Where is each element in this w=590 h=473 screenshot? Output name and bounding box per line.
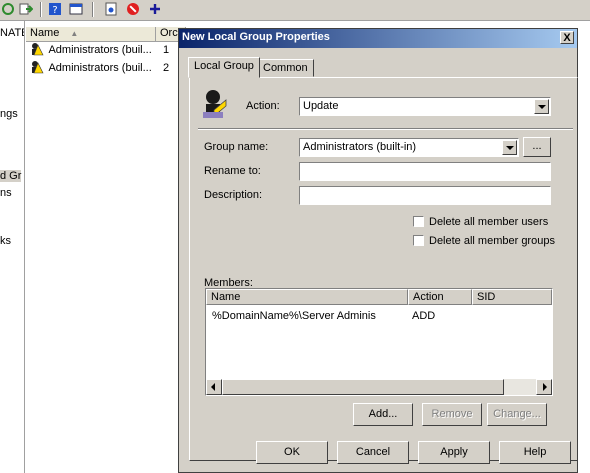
apply-button[interactable]: Apply: [418, 441, 490, 464]
scroll-right-button[interactable]: [536, 379, 552, 395]
close-button[interactable]: X: [560, 31, 574, 44]
list-item-order: 2: [163, 62, 170, 74]
change-button[interactable]: Change...: [487, 403, 547, 426]
tree-item[interactable]: ks: [0, 235, 11, 247]
help-button[interactable]: Help: [499, 441, 571, 464]
list-header: Name ▲ Orc: [26, 27, 186, 42]
list-item-name: Administrators (buil...: [48, 44, 152, 56]
local-group-icon: [203, 90, 227, 118]
sort-ascending-icon: ▲: [70, 29, 79, 38]
add-button[interactable]: Add...: [353, 403, 413, 426]
member-action: ADD: [412, 310, 436, 322]
rename-input[interactable]: [299, 162, 551, 181]
properties-dialog: New Local Group Properties X Local Group…: [178, 28, 578, 473]
action-label: Action:: [246, 100, 280, 112]
dialog-title: New Local Group Properties: [182, 31, 330, 43]
browse-button[interactable]: ...: [523, 137, 551, 157]
arrow-left-icon: [211, 383, 215, 391]
group-name-dropdown[interactable]: Administrators (built-in): [299, 138, 519, 157]
description-input[interactable]: [299, 186, 551, 205]
members-row[interactable]: %DomainName%\Server Adminis: [212, 308, 376, 324]
refresh-icon[interactable]: [1, 2, 15, 16]
group-name-label: Group name:: [204, 141, 269, 153]
action-dropdown[interactable]: Update: [299, 97, 551, 116]
delete-member-users-label: Delete all member users: [429, 216, 549, 228]
help-icon[interactable]: ?: [48, 2, 62, 16]
chevron-down-icon[interactable]: [534, 99, 549, 114]
group-name-value: Administrators (built-in): [303, 141, 417, 153]
column-header-label: Name: [30, 27, 60, 39]
dialog-titlebar[interactable]: New Local Group Properties X: [179, 29, 577, 48]
scroll-left-button[interactable]: [206, 379, 222, 395]
toolbar: ?: [0, 0, 590, 21]
tree-item[interactable]: ngs: [0, 108, 18, 120]
console-tree-pane: NATE ngs d Gr ns ks: [0, 21, 25, 473]
arrow-right-icon: [543, 383, 547, 391]
delete-member-groups-checkbox[interactable]: [413, 235, 424, 246]
members-column-name[interactable]: Name: [206, 289, 408, 305]
rename-label: Rename to:: [204, 165, 261, 177]
chevron-down-icon[interactable]: [502, 140, 517, 155]
ok-button[interactable]: OK: [256, 441, 328, 464]
group-icon: [32, 43, 44, 56]
member-name: %DomainName%\Server Adminis: [212, 310, 376, 322]
members-column-action[interactable]: Action: [408, 289, 472, 305]
horizontal-scrollbar[interactable]: [206, 379, 552, 395]
description-label: Description:: [204, 189, 263, 201]
properties-icon[interactable]: [104, 2, 118, 16]
cancel-button[interactable]: Cancel: [337, 441, 409, 464]
group-icon: [32, 61, 44, 74]
remove-button[interactable]: Remove: [422, 403, 482, 426]
column-header-name[interactable]: Name ▲: [26, 27, 156, 41]
tab-local-group[interactable]: Local Group: [188, 57, 260, 78]
tree-item[interactable]: ns: [0, 187, 12, 199]
export-list-icon[interactable]: [19, 2, 33, 16]
members-column-sid[interactable]: SID: [472, 289, 552, 305]
delete-member-groups-label: Delete all member groups: [429, 235, 555, 247]
list-item[interactable]: Administrators (buil... 1: [30, 42, 169, 58]
members-list[interactable]: Name Action SID %DomainName%\Server Admi…: [205, 288, 553, 396]
svg-text:?: ?: [52, 5, 57, 16]
action-value: Update: [303, 100, 339, 112]
delete-icon[interactable]: [126, 2, 140, 16]
tree-item-selected[interactable]: d Gr: [0, 170, 22, 182]
list-item-name: Administrators (buil...: [48, 62, 152, 74]
tree-item[interactable]: NATE: [0, 27, 24, 39]
list-item-order: 1: [163, 44, 170, 56]
add-icon[interactable]: [148, 2, 162, 16]
scrollbar-thumb[interactable]: [222, 379, 504, 395]
list-item[interactable]: Administrators (buil... 2: [30, 60, 169, 76]
delete-member-users-checkbox[interactable]: [413, 216, 424, 227]
tab-common[interactable]: Common: [257, 59, 314, 77]
tab-panel-local-group: Action: Update Group name: Administrator…: [189, 77, 578, 461]
show-hide-console-icon[interactable]: [69, 2, 83, 16]
